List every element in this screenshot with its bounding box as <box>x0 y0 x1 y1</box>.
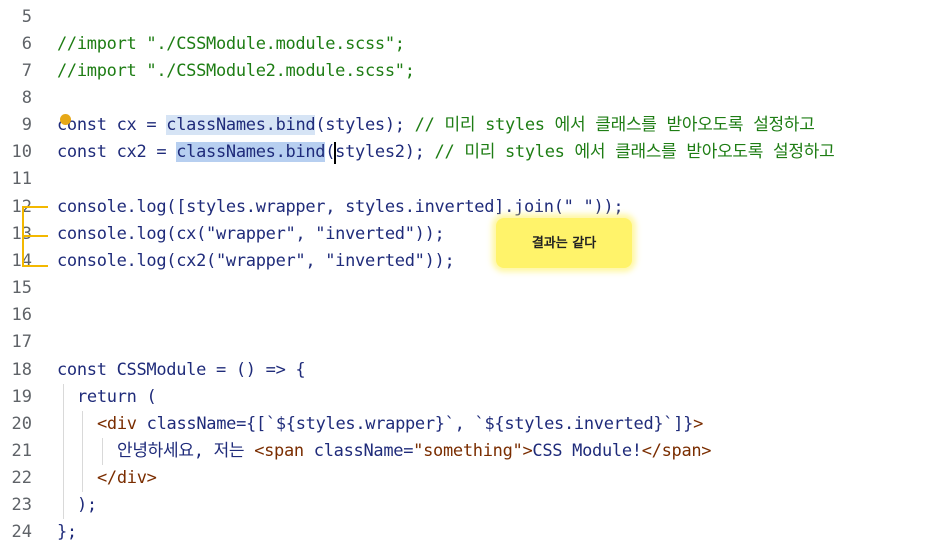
line-number: 9 <box>21 115 32 135</box>
line-number: 21 <box>11 441 32 461</box>
annotation-bracket-tick <box>22 206 48 208</box>
jsx-tag: </span> <box>641 441 712 461</box>
code-line-20: <div className={[`${styles.wrapper}`, `$… <box>97 411 703 438</box>
code-token: const cx2 = <box>57 142 177 162</box>
code-token: const cx = <box>57 115 167 135</box>
jsx-tag: > <box>522 441 533 461</box>
code-line-19: return ( <box>77 387 157 407</box>
line-number: 8 <box>21 88 32 108</box>
jsx-tag: <div <box>97 414 137 434</box>
line-number: 11 <box>11 169 32 189</box>
highlighted-token: classNames.bind <box>166 115 316 135</box>
annotation-bracket <box>22 207 24 267</box>
code-token: = <box>403 441 414 461</box>
code-line-12: console.log([styles.wrapper, styles.inve… <box>57 197 624 217</box>
line-number: 24 <box>11 522 32 542</box>
line-number: 15 <box>11 278 32 298</box>
jsx-attribute-value: "something" <box>413 441 523 461</box>
selected-token: classNames.bind <box>176 142 326 162</box>
annotation-bracket-tick <box>22 265 48 267</box>
line-number: 20 <box>11 414 32 434</box>
code-line-21: 안녕하세요, 저는 <span className="something">CS… <box>117 438 712 465</box>
code-line-18: const CSSModule = () => { <box>57 360 306 380</box>
annotation-note: 결과는 같다 <box>496 218 632 268</box>
code-line-13: console.log(cx("wrapper", "inverted")); <box>57 224 445 244</box>
code-comment: // 미리 styles 에서 클래스를 받아오도록 설정하고 <box>404 115 815 135</box>
line-number-gutter: 5 6 7 8 9 10 11 12 13 14 15 16 17 18 19 … <box>0 0 42 551</box>
line-number: 22 <box>11 468 32 488</box>
code-line-22: </div> <box>97 468 157 488</box>
jsx-tag: > <box>693 414 704 434</box>
line-number: 10 <box>11 142 32 162</box>
jsx-attribute: className <box>136 414 237 434</box>
annotation-bracket-tick <box>22 235 48 237</box>
code-comment: // 미리 styles 에서 클래스를 받아오도록 설정하고 <box>424 142 835 162</box>
line-number: 5 <box>21 7 32 27</box>
code-token: ={[`${styles.wrapper}`, `${styles.invert… <box>236 414 694 434</box>
code-line-10: const cx2 = classNames.bind(styles2); //… <box>57 139 835 166</box>
code-line-9: const cx = classNames.bind(styles); // 미… <box>57 112 815 139</box>
line-number: 6 <box>21 34 32 54</box>
line-number: 16 <box>11 305 32 325</box>
code-line-23: ); <box>77 495 97 515</box>
text-cursor <box>334 142 336 164</box>
line-number: 14 <box>11 251 32 271</box>
line-number: 17 <box>11 332 32 352</box>
line-number: 19 <box>11 387 32 407</box>
code-line-6: //import "./CSSModule.module.scss"; <box>57 34 405 54</box>
code-token: (styles); <box>315 115 405 135</box>
line-number: 18 <box>11 360 32 380</box>
code-area[interactable]: //import "./CSSModule.module.scss"; //im… <box>57 0 952 551</box>
jsx-text: 안녕하세요, 저는 <box>117 441 255 461</box>
line-number: 23 <box>11 495 32 515</box>
lightbulb-icon[interactable] <box>60 114 71 125</box>
jsx-tag: <span <box>254 441 304 461</box>
code-line-24: }; <box>57 522 77 542</box>
code-line-7: //import "./CSSModule2.module.scss"; <box>57 61 415 81</box>
jsx-text: CSS Module! <box>532 441 642 461</box>
annotation-text: 결과는 같다 <box>531 236 597 251</box>
jsx-attribute: className <box>303 441 404 461</box>
code-editor[interactable]: 5 6 7 8 9 10 11 12 13 14 15 16 17 18 19 … <box>0 0 952 551</box>
code-token: (styles2); <box>325 142 425 162</box>
line-number: 7 <box>21 61 32 81</box>
code-line-14: console.log(cx2("wrapper", "inverted")); <box>57 251 455 271</box>
